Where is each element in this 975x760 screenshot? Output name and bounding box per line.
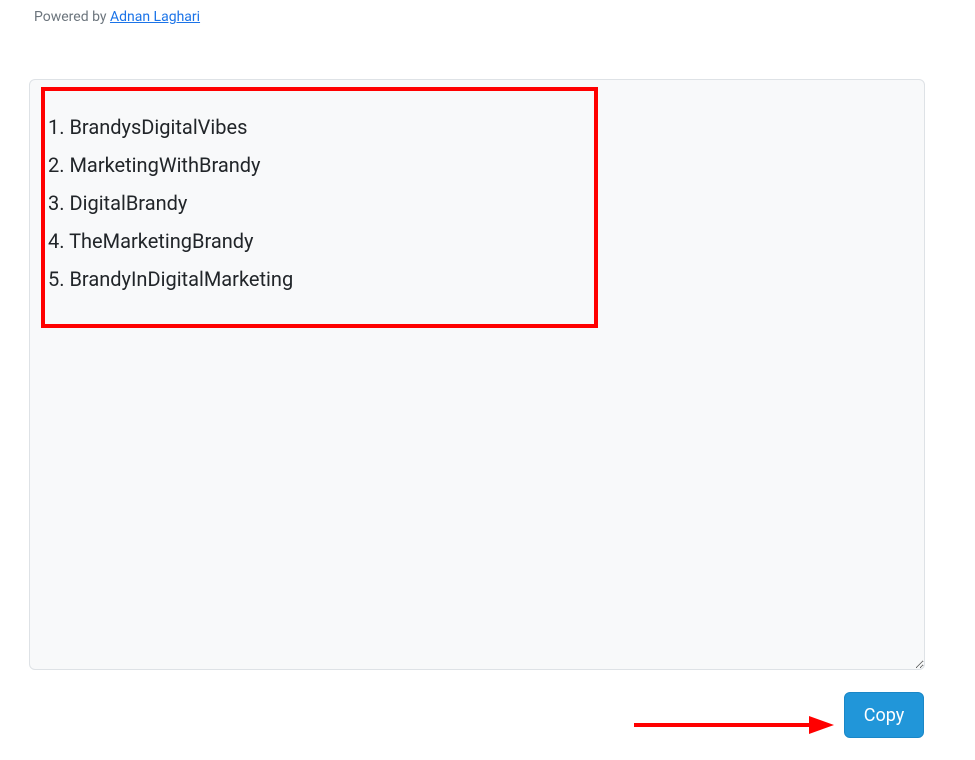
powered-by-prefix: Powered by xyxy=(34,9,110,25)
powered-by-link[interactable]: Adnan Laghari xyxy=(110,9,200,25)
output-textarea[interactable] xyxy=(29,79,925,670)
output-container xyxy=(29,79,925,670)
arrow-annotation xyxy=(634,710,834,744)
copy-button[interactable]: Copy xyxy=(844,692,924,738)
powered-by-text: Powered by Adnan Laghari xyxy=(34,9,200,25)
